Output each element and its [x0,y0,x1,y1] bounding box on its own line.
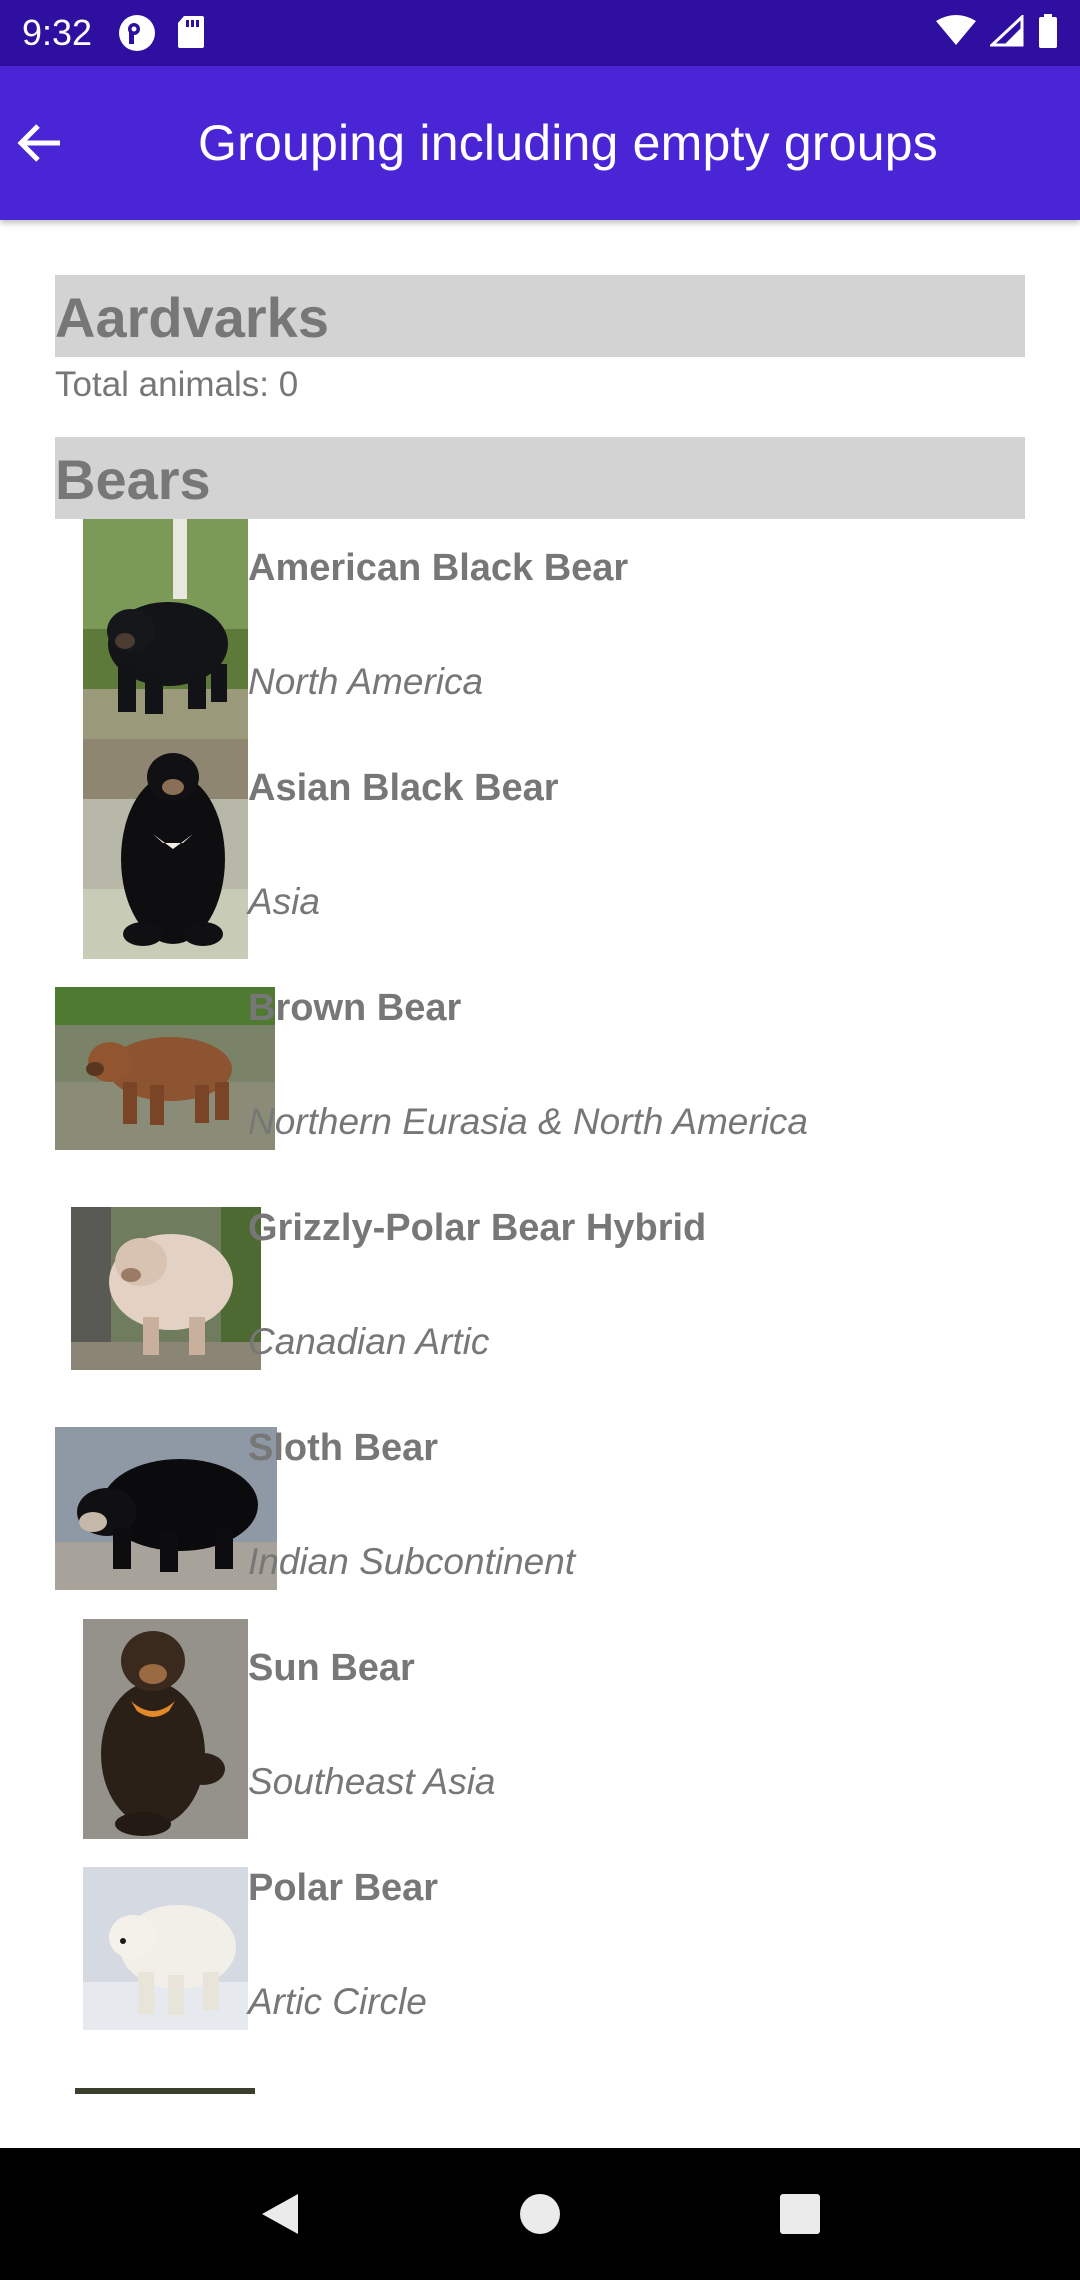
status-bar: 9:32 [0,0,1080,66]
animal-location: Asia [248,881,320,922]
animal-name: Sloth Bear [248,1427,439,1469]
animal-name: Polar Bear [248,1867,439,1909]
wifi-icon [936,14,976,52]
status-time: 9:32 [22,12,93,53]
animal-photo [83,1867,248,2030]
animal-location: Southeast Asia [248,1761,496,1802]
animal-location: North America [248,661,484,702]
animal-location: Northern Eurasia & North America [248,1101,809,1142]
arrow-back-icon [17,124,60,162]
animal-name: Grizzly-Polar Bear Hybrid [248,1207,707,1249]
nav-back-button[interactable] [235,2169,325,2259]
list-item[interactable]: Brown Bear Northern Eurasia & North Amer… [0,959,1080,1179]
status-icons [936,13,1058,53]
nav-recents-button[interactable] [755,2169,845,2259]
animal-photo [55,987,275,1150]
home-circle-icon [520,2194,560,2234]
nav-home-button[interactable] [495,2169,585,2259]
animal-name: Asian Black Bear [248,767,559,809]
animal-name: Brown Bear [248,987,462,1029]
animal-name: American Black Bear [248,547,629,589]
list-item[interactable]: Polar Bear Artic Circle [0,1839,1080,2059]
back-button[interactable] [0,66,150,220]
animal-photo [83,739,248,959]
animal-location: Indian Subcontinent [248,1541,576,1582]
animal-location: Canadian Artic [248,1321,490,1362]
recents-square-icon [780,2194,820,2234]
sd-card-icon [176,14,214,52]
list-item[interactable]: Grizzly-Polar Bear Hybrid Canadian Artic [0,1179,1080,1399]
battery-icon [1038,13,1058,53]
navigation-bar [0,2148,1080,2280]
profile-icon [118,14,156,52]
next-item-photo-edge [75,2088,255,2094]
list-item[interactable]: Asian Black Bear Asia [0,739,1080,959]
page-title: Grouping including empty groups [198,115,938,171]
list-item[interactable]: Sloth Bear Indian Subcontinent [0,1399,1080,1619]
back-triangle-icon [262,2194,298,2234]
animal-photo [83,1619,248,1839]
group-footer-total: Total animals: 0 [55,365,299,404]
group-header-bears: Bears [55,437,1025,519]
animal-name: Sun Bear [248,1647,415,1689]
animal-list[interactable]: Aardvarks Total animals: 0 Bears America… [0,220,1080,2148]
list-item[interactable]: American Black Bear North America [0,519,1080,739]
animal-photo [55,1427,277,1590]
animal-photo [83,519,248,739]
app-bar: Grouping including empty groups [0,66,1080,220]
group-header-aardvarks: Aardvarks [55,275,1025,357]
list-item[interactable]: Sun Bear Southeast Asia [0,1619,1080,1839]
signal-icon [988,13,1024,52]
animal-photo [71,1207,261,1370]
animal-location: Artic Circle [248,1981,427,2022]
